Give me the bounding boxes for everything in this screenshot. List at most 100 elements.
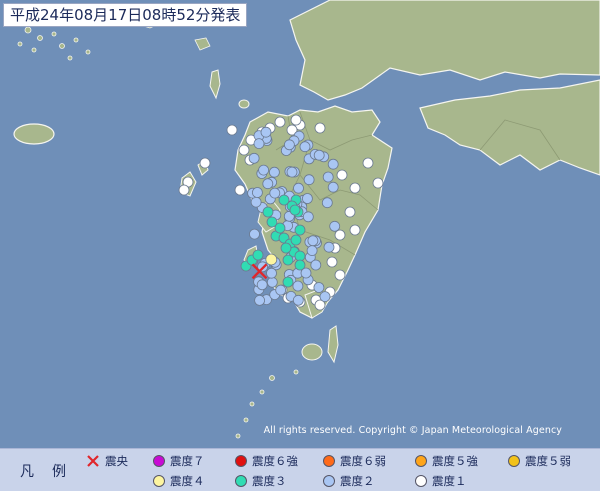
legend-item-shindo-4: 震度４ [153,473,205,489]
shindo-1-marker [326,256,338,268]
legend-label-shindo-5-weak: 震度５弱 [525,454,571,468]
shindo-2-marker [249,228,260,240]
shindo-2-marker [299,141,311,153]
shindo-1-marker [226,124,238,136]
shindo-6-weak-swatch-icon [323,455,335,467]
page-title: 平成24年08月17日08時52分発表 [3,3,248,27]
shindo-7-swatch-icon [153,455,165,467]
shindo-3-marker [262,206,274,218]
shindo-2-marker [327,158,339,170]
shindo-3-marker [282,276,294,288]
shindo-3-marker [294,224,306,236]
shindo-1-marker [178,184,190,196]
shindo-2-marker [323,241,335,253]
shindo-2-marker [327,181,339,193]
jeju-island [13,123,55,145]
copyright-notice: All rights reserved. Copyright © Japan M… [263,425,562,436]
shindo-3-swatch-icon [235,475,247,487]
legend-label-shindo-7: 震度７ [170,454,205,468]
shindo-4-marker [265,253,278,266]
shindo-2-marker [293,182,304,194]
shindo-1-marker [334,229,346,241]
legend-label-shindo-2: 震度２ [340,474,375,488]
shindo-2-marker [292,294,304,306]
shindo-2-marker [329,220,341,232]
legend-label-shindo-4: 震度４ [170,474,205,488]
shindo-1-marker [238,144,250,156]
shindo-1-marker [334,269,346,281]
shindo-3-marker [289,204,301,216]
shindo-3-marker [294,259,306,271]
iki-island [238,99,250,109]
shindo-1-marker [336,169,348,181]
legend-label-shindo-5-strong: 震度５強 [432,454,478,468]
shindo-2-marker [321,197,333,209]
shindo-3-marker [274,222,286,234]
shindo-2-marker [275,284,287,296]
shindo-2-marker [254,294,266,306]
epicenter-x-icon [87,455,99,467]
legend-item-shindo-7: 震度７ [153,453,205,469]
shindo-1-marker [234,184,246,196]
shindo-4-swatch-icon [153,475,165,487]
legend-panel: 凡例 震央 震度７ 震度６強 震度６弱 震度５強 震度５弱 震度４ 震度３ 震度… [0,448,600,491]
shindo-2-marker [292,280,304,292]
shindo-1-marker [199,157,211,169]
legend-item-shindo-2: 震度２ [323,473,375,489]
shindo-1-marker [349,224,361,236]
shindo-2-marker [301,193,313,204]
shindo-2-marker [253,138,265,150]
shindo-1-marker [274,116,286,128]
shindo-5-weak-swatch-icon [508,455,520,467]
shindo-2-marker [283,139,295,151]
shindo-2-marker [319,291,331,303]
shindo-6-strong-swatch-icon [235,455,247,467]
shindo-1-marker [344,206,356,218]
intensity-map [0,0,600,448]
legend-label-epicenter: 震央 [105,454,128,468]
legend-label-shindo-6-strong: 震度６強 [252,454,298,468]
legend-item-shindo-3: 震度３ [235,473,287,489]
shindo-2-swatch-icon [323,475,335,487]
shindo-2-marker [313,149,325,161]
legend-item-shindo-5-strong: 震度５強 [415,453,478,469]
legend-item-shindo-5-weak: 震度５弱 [508,453,571,469]
shindo-1-marker [349,182,361,194]
shindo-3-marker [290,234,302,246]
shindo-3-marker [252,249,264,261]
shindo-1-marker [372,177,384,189]
shindo-2-marker [310,259,322,271]
legend-label-shindo-1: 震度１ [432,474,467,488]
shindo-2-marker [306,245,318,257]
shindo-5-strong-swatch-icon [415,455,427,467]
shindo-2-marker [269,187,281,199]
legend-item-shindo-1: 震度１ [415,473,467,489]
shindo-2-marker [266,276,278,288]
shindo-1-swatch-icon [415,475,427,487]
legend-item-shindo-6-weak: 震度６弱 [323,453,386,469]
shindo-2-marker [251,187,263,198]
shindo-2-marker [262,178,274,190]
yakushima-island [301,343,323,361]
shindo-2-marker [250,196,262,208]
shindo-2-marker [303,174,315,186]
legend-item-shindo-6-strong: 震度６強 [235,453,298,469]
shindo-2-marker [260,126,272,138]
shindo-2-marker [322,171,334,183]
shindo-2-marker [307,235,319,247]
shindo-1-marker [290,114,302,126]
shindo-2-marker [256,279,268,291]
shindo-3-marker [294,250,306,262]
legend-item-epicenter: 震央 [86,453,128,469]
shindo-3-marker [280,242,292,254]
shindo-2-marker [248,152,260,164]
legend-label-shindo-6-weak: 震度６弱 [340,454,386,468]
shindo-1-marker [314,122,326,134]
shindo-3-marker [278,194,290,206]
legend-title: 凡例 [20,464,84,480]
legend-label-shindo-3: 震度３ [252,474,287,488]
shindo-2-marker [313,282,325,293]
shindo-3-marker [282,254,294,266]
shindo-2-marker [258,164,270,176]
shindo-2-marker [268,166,280,178]
